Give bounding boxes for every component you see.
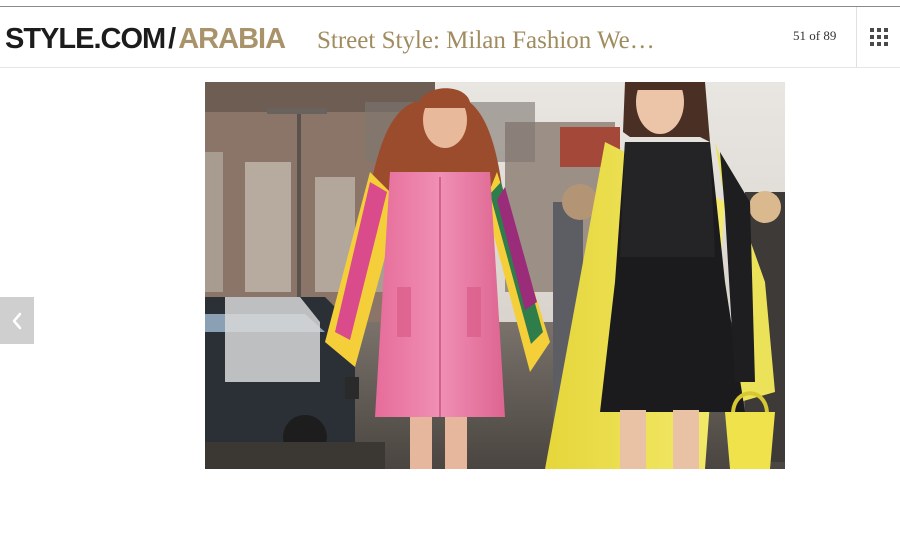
gallery-photo bbox=[205, 82, 785, 469]
header: STYLE.COM / ARABIA Street Style: Milan Fas… bbox=[0, 7, 900, 68]
logo-accent: ARABIA bbox=[178, 23, 286, 55]
grid-icon bbox=[869, 28, 888, 46]
logo-primary: STYLE.COM bbox=[5, 23, 166, 55]
site-logo[interactable]: STYLE.COM / ARABIA bbox=[5, 22, 286, 56]
chevron-left-icon bbox=[12, 312, 22, 329]
slide-counter: 51 of 89 bbox=[793, 28, 837, 43]
logo-separator: / bbox=[168, 23, 176, 55]
previous-slide-button[interactable] bbox=[0, 297, 34, 344]
gallery-title: Street Style: Milan Fashion We… bbox=[317, 27, 655, 54]
grid-view-button[interactable] bbox=[856, 7, 900, 67]
